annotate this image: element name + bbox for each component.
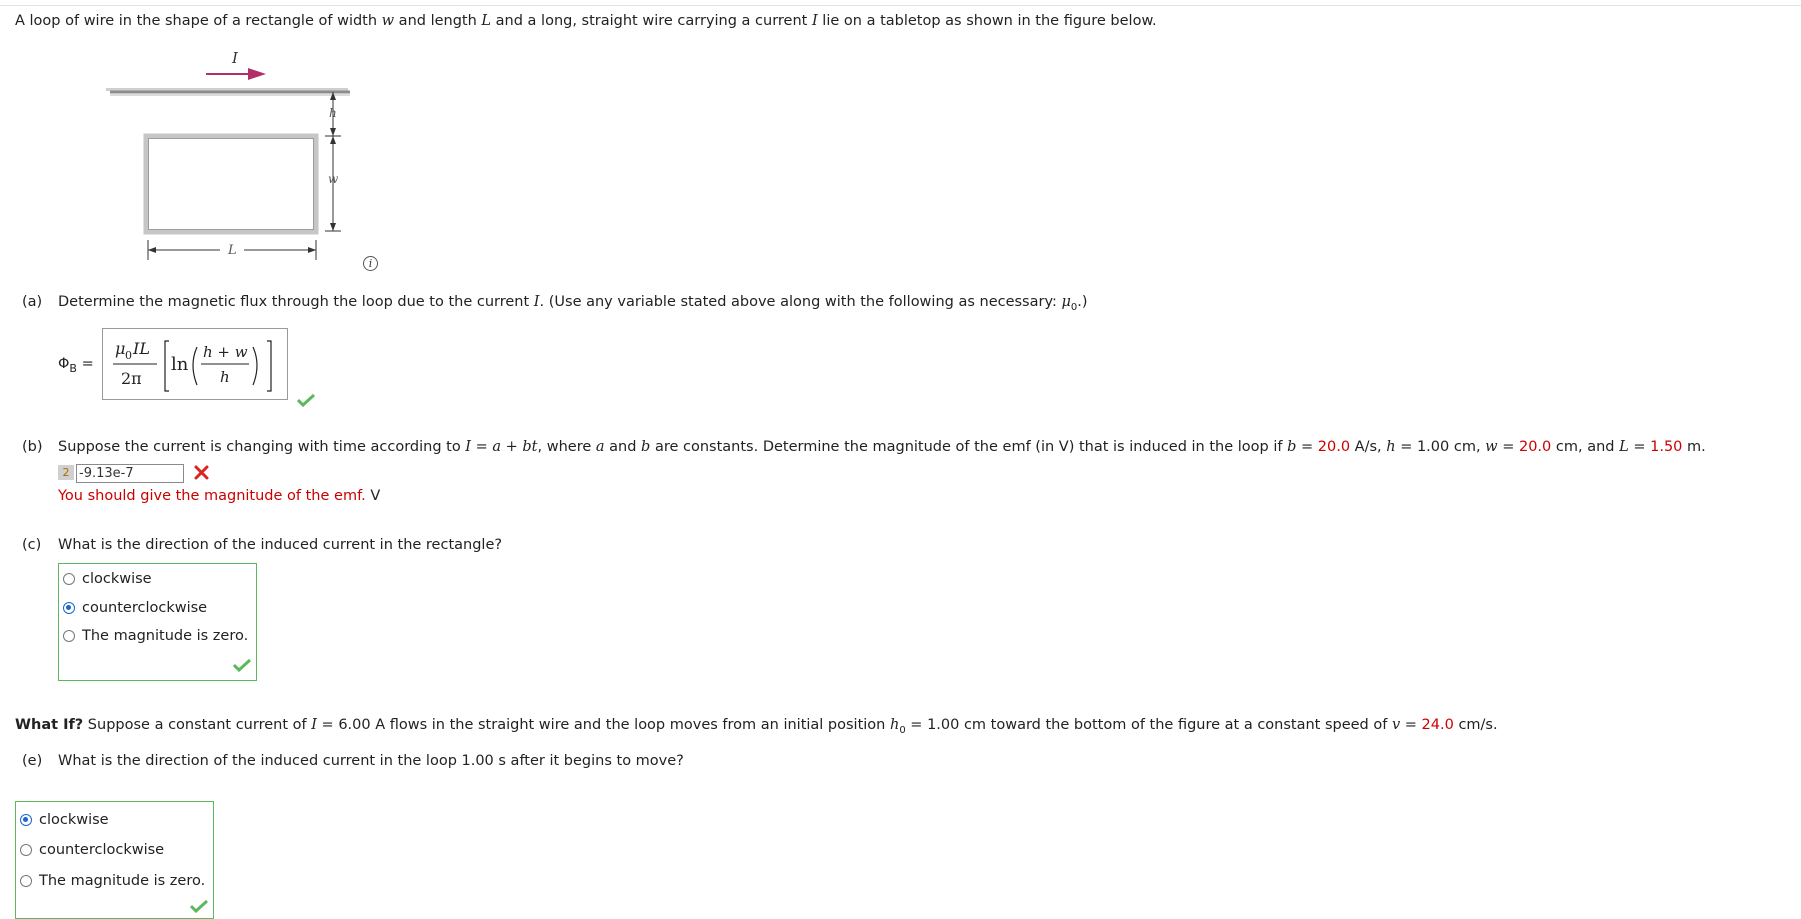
part-e-question: (e) What is the direction of the induced … bbox=[22, 753, 684, 769]
wire-loop-rectangle bbox=[143, 133, 319, 235]
flux-answer-box[interactable]: μ 0 IL 2π ln h + w h bbox=[102, 328, 288, 400]
part-e-check-icon bbox=[190, 899, 208, 913]
L-arrow-right bbox=[308, 247, 316, 253]
w-label: w bbox=[328, 172, 339, 186]
part-c-question: (c) What is the direction of the induced … bbox=[22, 537, 503, 553]
current-arrow-head bbox=[248, 68, 266, 80]
emf-answer-input[interactable] bbox=[76, 464, 184, 483]
radio-icon[interactable] bbox=[63, 630, 75, 642]
current-label: I bbox=[231, 49, 239, 67]
part-e-option-zero[interactable]: The magnitude is zero. bbox=[20, 873, 205, 889]
what-if-text: What If? Suppose a constant current of I… bbox=[15, 717, 1498, 736]
attempt-count-badge: 2 bbox=[58, 465, 74, 480]
radio-icon[interactable] bbox=[63, 573, 75, 585]
top-divider bbox=[0, 0, 1801, 6]
part-e-option-clockwise[interactable]: clockwise bbox=[20, 812, 109, 828]
formula-h: h bbox=[220, 368, 230, 386]
incorrect-x-icon bbox=[194, 465, 209, 480]
formula-2pi: 2π bbox=[121, 369, 142, 388]
right-bracket bbox=[267, 340, 272, 392]
part-c-option-clockwise[interactable]: clockwise bbox=[63, 571, 152, 587]
part-a-check-icon bbox=[297, 393, 315, 407]
left-paren bbox=[192, 346, 198, 386]
h-label: h bbox=[329, 106, 337, 120]
w-arrow-top bbox=[330, 136, 336, 144]
radio-icon[interactable] bbox=[20, 844, 32, 856]
part-b-feedback: You should give the magnitude of the emf… bbox=[58, 488, 381, 504]
flux-formula: μ 0 IL 2π ln h + w h bbox=[113, 339, 272, 392]
part-e-options: clockwise counterclockwise The magnitude… bbox=[15, 801, 214, 919]
radio-selected-icon[interactable] bbox=[63, 602, 75, 614]
L-label: L bbox=[227, 243, 237, 258]
part-e-option-counterclockwise[interactable]: counterclockwise bbox=[20, 842, 164, 858]
wire-loop-figure: I h w L bbox=[106, 49, 350, 260]
problem-intro: A loop of wire in the shape of a rectang… bbox=[15, 13, 1157, 29]
radio-selected-icon[interactable] bbox=[20, 814, 32, 826]
w-arrow-bottom bbox=[330, 223, 336, 231]
part-b-question: (b) Suppose the current is changing with … bbox=[22, 439, 1706, 455]
right-paren bbox=[252, 346, 258, 386]
formula-ln: ln bbox=[171, 354, 189, 375]
formula-mu-sub: 0 bbox=[125, 349, 132, 362]
part-c-options: clockwise counterclockwise The magnitude… bbox=[58, 563, 257, 681]
formula-h-plus-w: h + w bbox=[203, 343, 248, 361]
flux-label: ΦB = bbox=[58, 356, 94, 375]
radio-icon[interactable] bbox=[20, 875, 32, 887]
formula-mu: μ bbox=[115, 339, 125, 358]
left-bracket bbox=[164, 340, 169, 392]
part-c-option-counterclockwise[interactable]: counterclockwise bbox=[63, 600, 207, 616]
h-arrow-bottom bbox=[330, 128, 336, 136]
part-a-question: (a) Determine the magnetic flux through t… bbox=[22, 294, 1088, 313]
formula-IL: IL bbox=[132, 339, 150, 358]
part-c-check-icon bbox=[233, 658, 251, 672]
info-icon[interactable]: i bbox=[363, 256, 378, 271]
L-arrow-left bbox=[148, 247, 156, 253]
part-c-option-zero[interactable]: The magnitude is zero. bbox=[63, 628, 248, 644]
